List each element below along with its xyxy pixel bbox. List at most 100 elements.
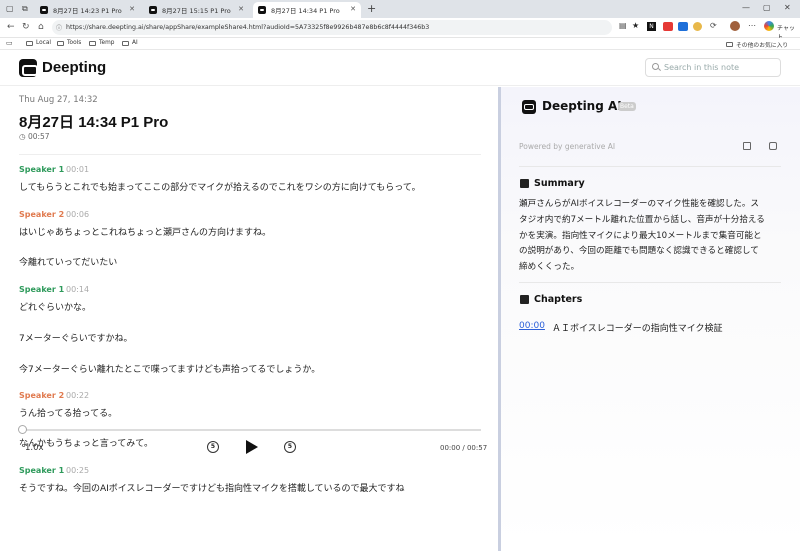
bookmark-label: AI bbox=[132, 40, 138, 46]
transcript-panel: Thu Aug 27, 14:32 8月27日 14:34 P1 Pro ◷ 0… bbox=[0, 87, 500, 551]
search-input[interactable]: Search in this note bbox=[645, 58, 781, 77]
extension-icon[interactable] bbox=[663, 22, 673, 31]
deepting-favicon-icon bbox=[258, 6, 266, 14]
browser-tab-2[interactable]: 8月27日 15:15 P1 Pro ✕ bbox=[144, 2, 249, 18]
other-bookmarks[interactable]: その他のお気に入り bbox=[726, 40, 788, 49]
chapters-heading: Chapters bbox=[520, 294, 582, 305]
transcript-line: 今7メーターぐらい離れたとこで喋ってますけども声拾ってるでしょうか。 bbox=[19, 365, 321, 375]
skip-forward-button[interactable]: 5 bbox=[284, 441, 296, 453]
bookmark-ai[interactable]: AI bbox=[122, 40, 138, 46]
bookmarks-bar: ▭ Local Tools Temp AI その他のお気に入り bbox=[0, 38, 800, 50]
speaker-label: Speaker 2 bbox=[19, 391, 65, 400]
copilot-icon[interactable] bbox=[764, 21, 774, 31]
summary-icon bbox=[520, 179, 529, 188]
ai-panel: Deepting AI Beta Powered by generative A… bbox=[501, 87, 800, 551]
sync-icon[interactable]: ⟳ bbox=[710, 21, 717, 30]
ai-panel-title: Deepting AI bbox=[542, 99, 622, 113]
bookmark-tools[interactable]: Tools bbox=[57, 40, 81, 46]
speaker-label: Speaker 1 bbox=[19, 165, 65, 174]
tab-actions-icon[interactable]: ⧉ bbox=[22, 4, 28, 14]
home-icon[interactable]: ⌂ bbox=[38, 22, 44, 32]
profile-icon[interactable]: ▢ bbox=[6, 4, 14, 13]
extension-icon[interactable] bbox=[678, 22, 688, 31]
browser-tab-1[interactable]: 8月27日 14:23 P1 Pro ✕ bbox=[35, 2, 140, 18]
site-info-icon[interactable]: ⓘ bbox=[56, 23, 62, 32]
summary-heading: Summary bbox=[520, 178, 585, 189]
minimize-icon[interactable]: — bbox=[742, 3, 750, 12]
window-close-icon[interactable]: ✕ bbox=[784, 3, 791, 12]
address-bar-row: ← ↻ ⌂ https://share.deepting.ai/share/ap… bbox=[0, 18, 800, 41]
transcript-line: はいじゃあちょっとこれねちょっと瀬戸さんの方向けますね。 bbox=[19, 228, 272, 238]
bookmark-label: Tools bbox=[67, 40, 82, 46]
bookmark-local[interactable]: Local bbox=[26, 40, 51, 46]
share-icon[interactable] bbox=[769, 142, 777, 150]
speaker-label: Speaker 2 bbox=[19, 210, 65, 219]
segment-time[interactable]: 00:25 bbox=[66, 466, 89, 475]
transcript-line: そうですね。今回のAIボイスレコーダーですけども指向性マイクを搭載しているので最… bbox=[19, 484, 405, 494]
new-tab-button[interactable]: + bbox=[367, 2, 376, 15]
transcript-line: 今離れていってだいたい bbox=[19, 258, 118, 268]
deepting-ai-icon bbox=[522, 100, 536, 114]
play-button[interactable] bbox=[246, 440, 258, 454]
tab-label: 8月27日 14:23 P1 Pro bbox=[53, 7, 122, 15]
transcript-line: うん拾ってる拾ってる。 bbox=[19, 409, 118, 419]
bookmark-label: その他のお気に入り bbox=[736, 43, 789, 49]
close-icon[interactable]: ✕ bbox=[129, 5, 135, 13]
url-field[interactable]: https://share.deepting.ai/share/appShare… bbox=[52, 20, 612, 35]
deepting-logo-icon bbox=[19, 59, 38, 77]
audio-progress-track[interactable] bbox=[23, 429, 481, 431]
audio-progress-knob[interactable] bbox=[18, 425, 27, 434]
folder-icon bbox=[26, 40, 33, 46]
more-menu-icon[interactable]: ⋯ bbox=[748, 21, 756, 30]
search-icon bbox=[652, 63, 659, 70]
divider bbox=[19, 154, 481, 155]
segment-time[interactable]: 00:14 bbox=[66, 285, 89, 294]
bookmark-label: Temp bbox=[99, 40, 115, 46]
chapter-time-link[interactable]: 00:00 bbox=[519, 321, 545, 331]
playback-speed-button[interactable]: 1.0x bbox=[25, 443, 44, 453]
folder-icon bbox=[89, 40, 96, 46]
transcript-line: してもらうとこれでも始まってここの部分でマイクが拾えるのでこれをワシの方に向けて… bbox=[19, 183, 421, 193]
refresh-icon[interactable]: ↻ bbox=[22, 22, 30, 32]
segment-time[interactable]: 00:22 bbox=[66, 391, 89, 400]
summary-text: 瀬戸さんらがAIボイスレコーダーのマイク性能を確認した。ス タジオ内で約7メート… bbox=[519, 197, 783, 276]
transcript-line: どれぐらいかな。 bbox=[19, 303, 92, 313]
tab-label: 8月27日 15:15 P1 Pro bbox=[162, 7, 231, 15]
close-icon[interactable]: ✕ bbox=[350, 5, 356, 13]
bookmark-temp[interactable]: Temp bbox=[89, 40, 114, 46]
divider bbox=[519, 282, 781, 283]
deepting-favicon-icon bbox=[149, 6, 157, 14]
copy-icon[interactable] bbox=[743, 142, 751, 150]
summary-line: タジオ内で約7メートル離れた位置から話し、音声が十分拾える bbox=[519, 214, 765, 225]
back-icon[interactable]: ← bbox=[7, 22, 15, 32]
summary-line: 締めくくった。 bbox=[519, 262, 580, 273]
summary-line: 瀬戸さんらがAIボイスレコーダーのマイク性能を確認した。ス bbox=[519, 199, 760, 209]
read-aloud-icon[interactable]: ▤ bbox=[619, 21, 627, 30]
deepting-favicon-icon bbox=[40, 6, 48, 14]
extension-icon[interactable] bbox=[693, 22, 702, 31]
favorite-star-icon[interactable]: ★ bbox=[632, 21, 639, 30]
folder-icon bbox=[57, 40, 64, 46]
app-logo-text: Deepting bbox=[42, 59, 107, 76]
segment-time[interactable]: 00:01 bbox=[66, 165, 89, 174]
chapters-heading-text: Chapters bbox=[534, 294, 583, 305]
page-title: 8月27日 14:34 P1 Pro bbox=[19, 114, 169, 131]
notion-extension-icon[interactable]: N bbox=[647, 22, 656, 31]
app-header: Deepting Search in this note bbox=[0, 50, 800, 86]
chapters-list-icon bbox=[520, 295, 529, 304]
clock-icon: ◷ bbox=[19, 132, 26, 141]
divider bbox=[519, 166, 781, 167]
reading-list-icon[interactable]: ▭ bbox=[6, 39, 13, 47]
chapter-title: ＡＩボイスレコーダーの指向性マイク検証 bbox=[552, 324, 723, 334]
speaker-label: Speaker 1 bbox=[19, 285, 65, 294]
maximize-icon[interactable]: ▢ bbox=[763, 3, 771, 12]
transcript-line: 7メーターぐらいですかね。 bbox=[19, 334, 133, 344]
summary-line: の説明があり、今回の距離でも問題なく認識できると確認して bbox=[519, 246, 759, 257]
close-icon[interactable]: ✕ bbox=[238, 5, 244, 13]
browser-tab-3-active[interactable]: 8月27日 14:34 P1 Pro ✕ bbox=[253, 2, 361, 18]
skip-back-button[interactable]: 5 bbox=[207, 441, 219, 453]
avatar[interactable] bbox=[730, 21, 740, 31]
segment-time[interactable]: 00:06 bbox=[66, 210, 89, 219]
beta-badge: Beta bbox=[618, 102, 636, 111]
duration-value: 00:57 bbox=[27, 132, 50, 141]
